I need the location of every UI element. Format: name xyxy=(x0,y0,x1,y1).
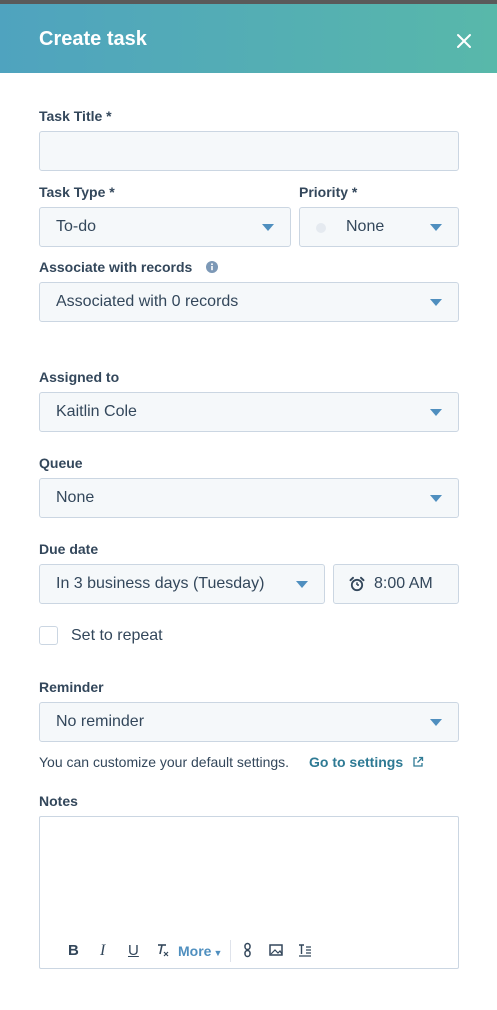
insert-snippet-button[interactable] xyxy=(298,942,312,963)
panel-title: Create task xyxy=(39,28,147,50)
task-type-label: Task Type * xyxy=(39,184,115,200)
toolbar-divider xyxy=(230,940,231,962)
external-link-icon[interactable] xyxy=(412,756,424,768)
chevron-down-icon xyxy=(296,581,308,588)
task-type-select[interactable]: To-do xyxy=(39,207,291,247)
due-time-value: 8:00 AM xyxy=(374,575,433,592)
priority-dot-icon xyxy=(316,223,326,233)
task-title-input[interactable] xyxy=(39,131,459,171)
due-date-select[interactable]: In 3 business days (Tuesday) xyxy=(39,564,325,604)
associate-value: Associated with 0 records xyxy=(56,293,239,310)
priority-value: None xyxy=(346,218,385,235)
chevron-down-icon xyxy=(430,495,442,502)
priority-select[interactable]: None xyxy=(299,207,459,247)
task-title-label: Task Title * xyxy=(39,108,112,124)
info-icon[interactable] xyxy=(206,261,218,273)
more-menu-button[interactable]: More ▼ xyxy=(178,942,222,962)
assigned-to-select[interactable]: Kaitlin Cole xyxy=(39,392,459,432)
close-button[interactable] xyxy=(450,27,478,55)
priority-label: Priority * xyxy=(299,184,358,200)
image-icon xyxy=(269,944,283,956)
text-block-icon xyxy=(299,944,311,957)
chevron-down-icon xyxy=(430,409,442,416)
queue-label: Queue xyxy=(39,455,83,471)
assigned-to-label: Assigned to xyxy=(39,369,120,385)
go-to-settings-link[interactable]: Go to settings xyxy=(309,754,403,770)
due-date-label: Due date xyxy=(39,541,99,557)
underline-button[interactable]: U xyxy=(128,942,139,960)
assigned-to-value: Kaitlin Cole xyxy=(56,403,137,420)
link-button[interactable] xyxy=(242,942,254,963)
bold-button[interactable]: B xyxy=(68,942,79,960)
italic-button[interactable]: I xyxy=(100,942,105,960)
more-label: More xyxy=(178,943,212,959)
reminder-select[interactable]: No reminder xyxy=(39,702,459,742)
caret-down-icon: ▼ xyxy=(213,948,223,958)
link-icon xyxy=(244,942,251,958)
settings-helper-text: You can customize your default settings. xyxy=(39,754,290,770)
task-type-value: To-do xyxy=(56,218,97,235)
queue-value: None xyxy=(56,489,95,506)
associate-label: Associate with records xyxy=(39,259,193,275)
due-time-select[interactable]: 8:00 AM xyxy=(333,564,459,604)
clear-format-icon xyxy=(158,944,169,957)
close-icon xyxy=(457,34,471,48)
panel-header: Create task xyxy=(0,4,497,73)
image-button[interactable] xyxy=(269,942,283,963)
chevron-down-icon xyxy=(430,299,442,306)
alarm-clock-icon xyxy=(349,576,365,592)
chevron-down-icon xyxy=(430,719,442,726)
queue-select[interactable]: None xyxy=(39,478,459,518)
reminder-value: No reminder xyxy=(56,713,145,730)
repeat-checkbox[interactable] xyxy=(39,626,58,645)
due-date-value: In 3 business days (Tuesday) xyxy=(56,575,265,592)
clear-format-button[interactable] xyxy=(156,942,170,963)
reminder-label: Reminder xyxy=(39,679,104,695)
associate-select[interactable]: Associated with 0 records xyxy=(39,282,459,322)
notes-label: Notes xyxy=(39,793,78,809)
repeat-label[interactable]: Set to repeat xyxy=(71,627,163,645)
chevron-down-icon xyxy=(430,224,442,231)
chevron-down-icon xyxy=(262,224,274,231)
